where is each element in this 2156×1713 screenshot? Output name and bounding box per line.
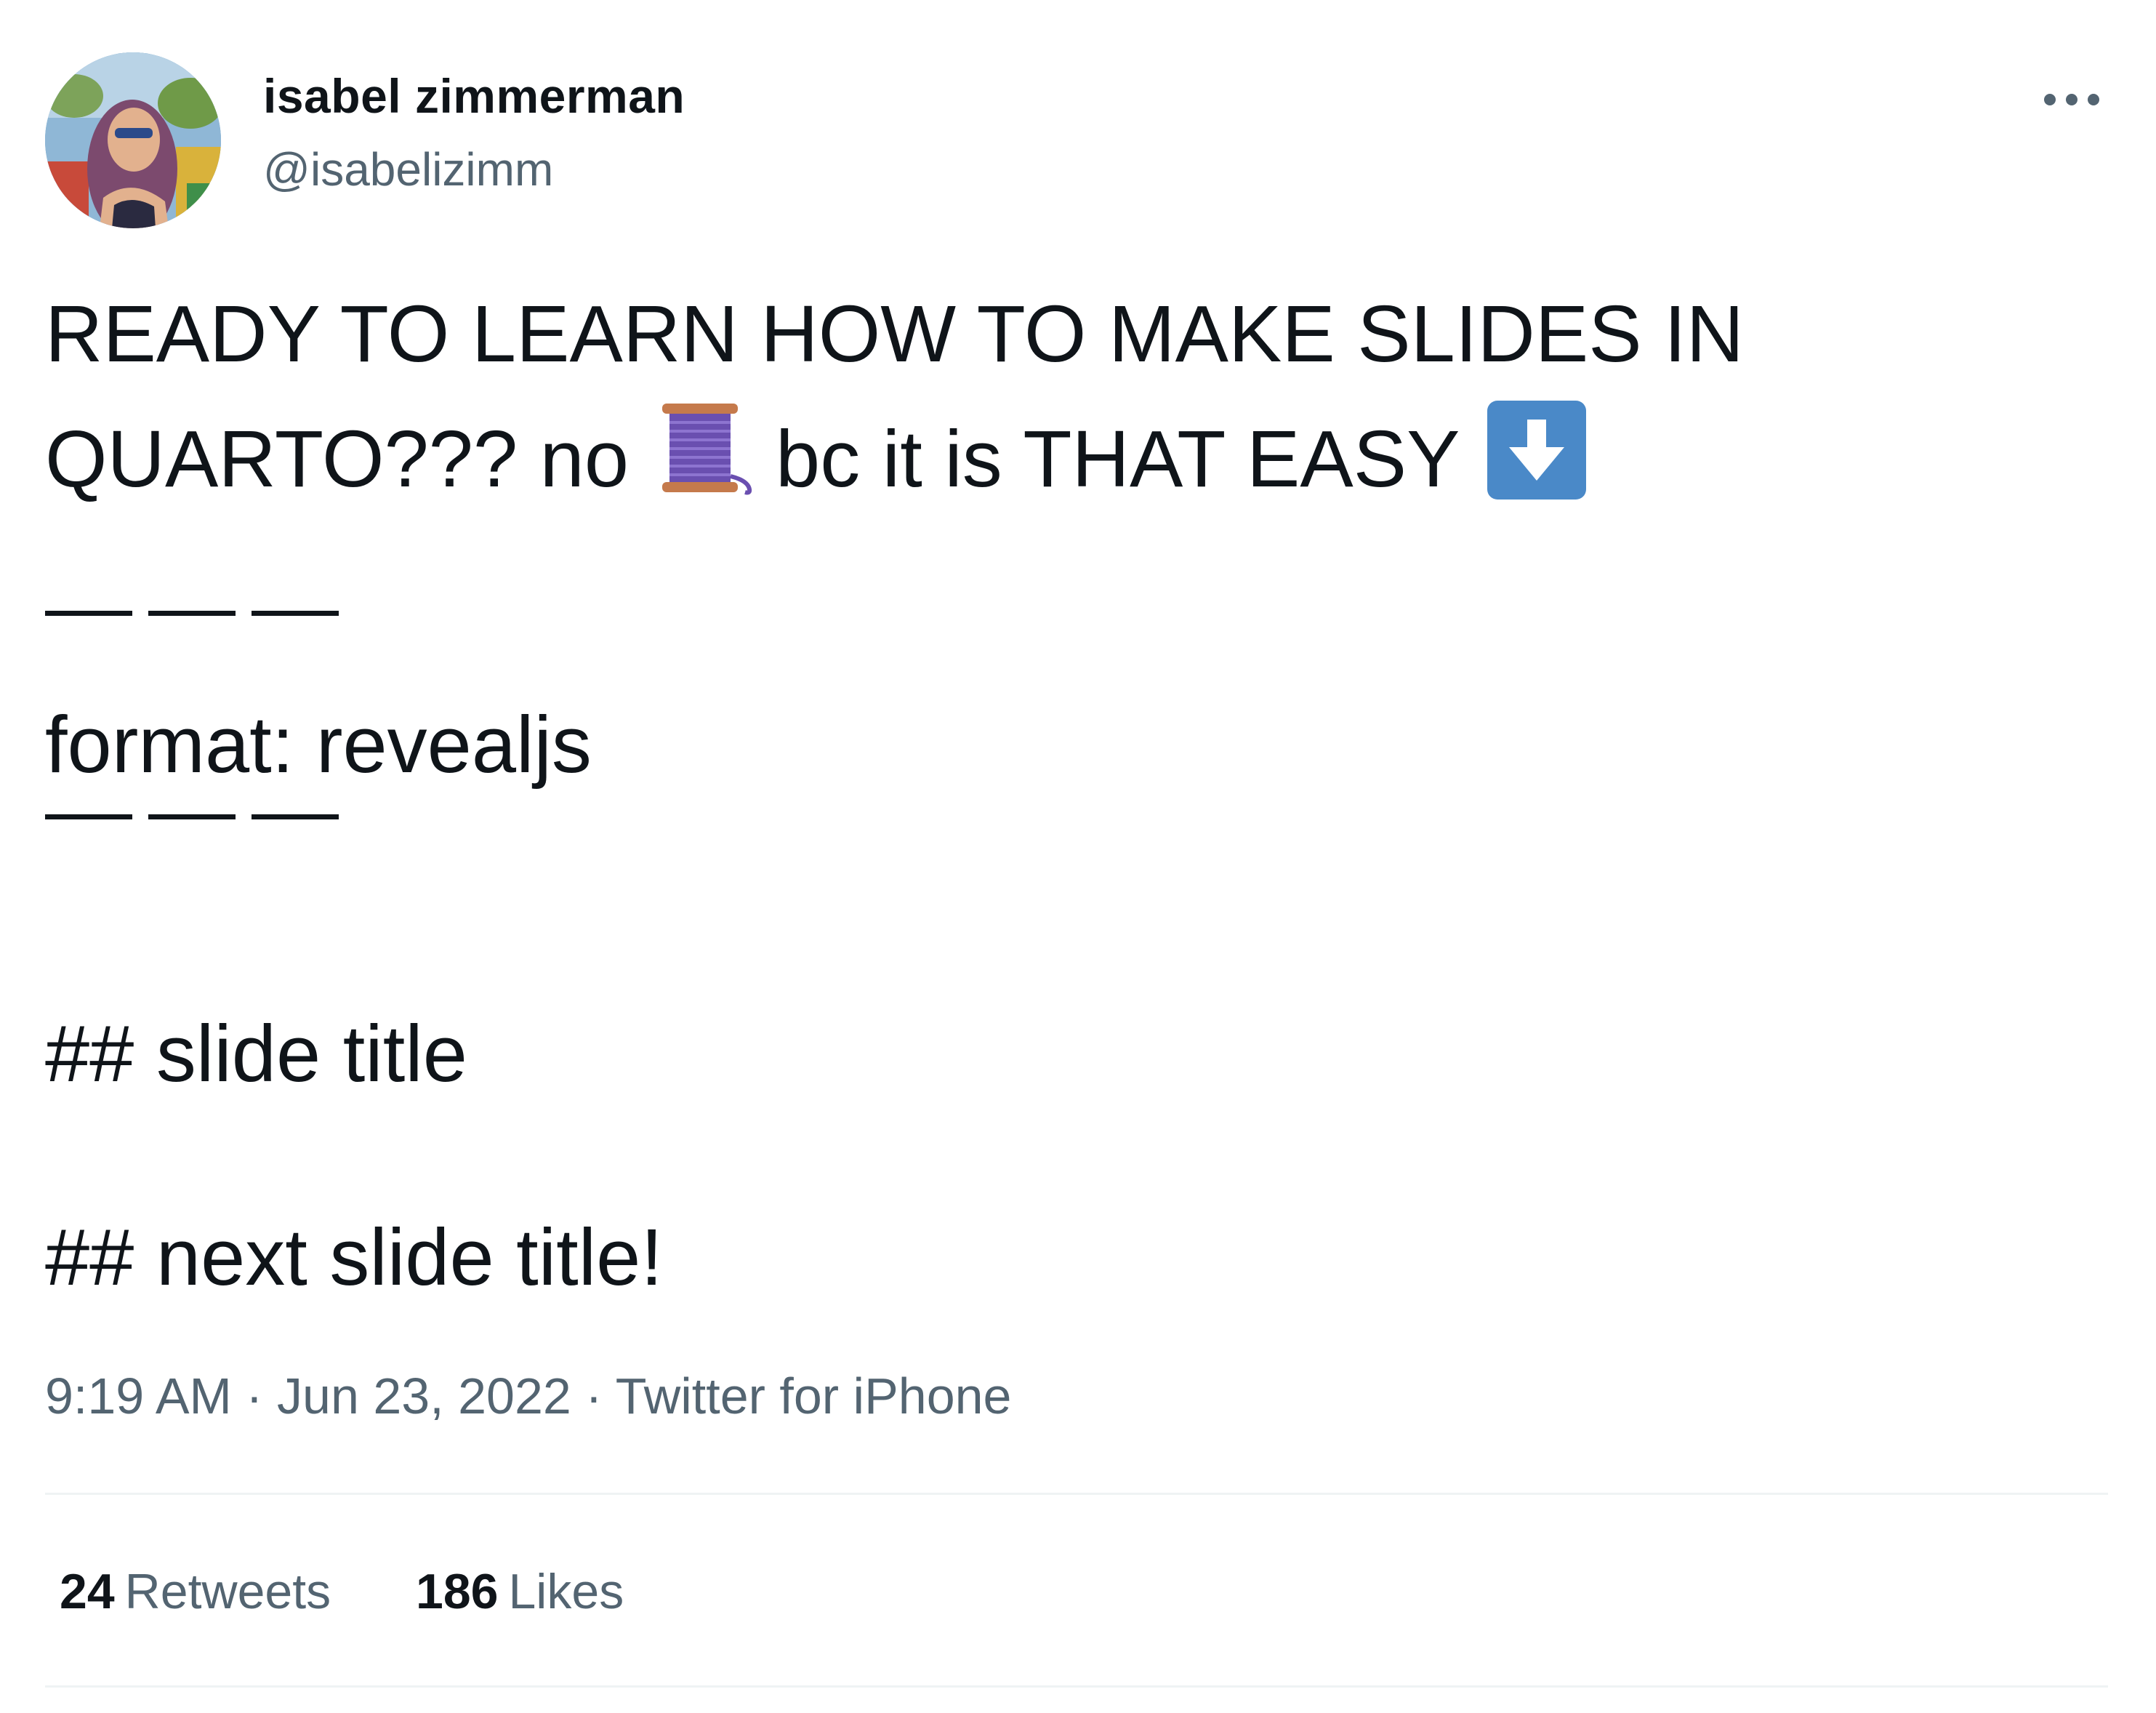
avatar-photo [45,52,221,228]
tweet-stats: 24 Retweets 186 Likes [60,1563,624,1620]
dash-separator [45,611,343,617]
tweet-text-segment: bc it is THAT EASY [776,414,1460,504]
divider [45,1493,2108,1495]
more-dot [2066,94,2077,105]
likes-count: 186 [416,1564,499,1619]
tweet-card: isabel zimmerman @isabelizimm READY TO L… [0,0,2156,1713]
thread-spool-icon [653,396,755,511]
retweets-label: Retweets [124,1564,331,1619]
likes-stat[interactable]: 186 Likes [416,1563,624,1620]
divider [45,1685,2108,1688]
tweet-date[interactable]: Jun 23, 2022 [277,1368,571,1424]
tweet-meta: 9:19 AM · Jun 23, 2022 · Twitter for iPh… [45,1367,1011,1425]
more-dot [2044,94,2056,105]
meta-separator: · [246,1368,263,1424]
tweet-text-line: ## next slide title! [45,1213,663,1302]
tweet-text-segment: QUARTO??? no [45,414,629,504]
down-arrow-button-icon [1487,401,1587,513]
retweets-stat[interactable]: 24 Retweets [60,1563,331,1620]
likes-label: Likes [508,1564,624,1619]
tweet-text-line: QUARTO??? no bc it is THAT EASY [45,396,1587,513]
meta-separator: · [585,1368,603,1424]
tweet-text-line: ## slide title [45,1009,467,1099]
tweet-source[interactable]: Twitter for iPhone [616,1368,1012,1424]
more-options-icon[interactable] [2035,80,2108,116]
tweet-text-line: READY TO LEARN HOW TO MAKE SLIDES IN [45,289,1745,379]
more-dot [2088,94,2099,105]
tweet-text-line: format: revealjs [45,700,592,790]
retweets-count: 24 [60,1564,115,1619]
author-display-name[interactable]: isabel zimmerman [263,68,685,124]
avatar[interactable] [45,52,221,228]
tweet-time[interactable]: 9:19 AM [45,1368,232,1424]
dash-separator [45,814,343,820]
author-handle[interactable]: @isabelizimm [263,143,553,196]
